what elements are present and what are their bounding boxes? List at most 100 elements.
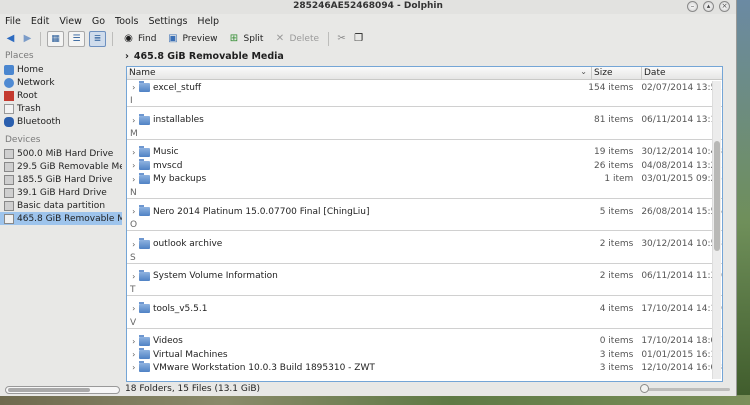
sidebar-item-device[interactable]: 185.5 GiB Hard Drive — [0, 173, 122, 186]
file-name: tools_v5.5.1 — [152, 303, 208, 314]
chevron-down-icon[interactable]: ⌄ — [580, 67, 587, 76]
forward-arrow-icon[interactable]: ▶ — [21, 32, 34, 45]
table-row[interactable]: › Videos 0 items 17/10/2014 18:07 — [127, 334, 722, 348]
file-date: 06/11/2014 13:12 — [641, 115, 722, 126]
menu-view[interactable]: View — [59, 16, 82, 27]
column-header-name[interactable]: Name ⌄ — [127, 67, 592, 79]
expand-arrow-icon[interactable]: › — [129, 240, 139, 249]
menu-settings[interactable]: Settings — [148, 16, 187, 27]
table-row[interactable]: › tools_v5.5.1 4 items 17/10/2014 14:19 — [127, 302, 722, 315]
table-row[interactable]: › mvscd 26 items 04/08/2014 13:22 — [127, 159, 722, 172]
expand-arrow-icon[interactable]: › — [129, 363, 139, 372]
copy-icon[interactable]: ❐ — [352, 32, 365, 45]
expand-arrow-icon[interactable]: › — [129, 148, 139, 157]
file-name: outlook archive — [152, 239, 223, 250]
cut-icon[interactable]: ✂ — [335, 32, 348, 45]
table-row[interactable]: › Music 19 items 30/12/2014 10:48 — [127, 145, 722, 159]
expand-arrow-icon[interactable]: › — [129, 207, 139, 216]
folder-icon — [138, 348, 150, 360]
expand-arrow-icon[interactable]: › — [129, 161, 139, 170]
delete-button[interactable]: ✕ Delete — [270, 30, 322, 47]
sidebar-item-bluetooth[interactable]: Bluetooth — [0, 115, 122, 128]
zoom-slider[interactable] — [640, 384, 730, 393]
back-arrow-icon[interactable]: ◀ — [4, 32, 17, 45]
sidebar-item-device[interactable]: Basic data partition — [0, 199, 122, 212]
chevron-right-icon: › — [125, 51, 129, 62]
sidebar-item-home[interactable]: Home — [0, 63, 122, 76]
file-date: 17/10/2014 14:19 — [641, 303, 722, 314]
file-size: 3 items — [599, 349, 634, 360]
expand-arrow-icon[interactable]: › — [129, 272, 139, 281]
folder-icon — [138, 237, 150, 249]
home-icon — [4, 64, 14, 75]
folder-icon — [138, 361, 150, 373]
column-header-size[interactable]: Size — [592, 67, 642, 79]
expand-arrow-icon[interactable]: › — [129, 83, 139, 92]
column-header-date[interactable]: Date — [642, 67, 722, 79]
desktop-background — [736, 0, 750, 405]
menu-go[interactable]: Go — [92, 16, 105, 27]
details-view-button[interactable]: ≣ — [89, 30, 106, 47]
expand-arrow-icon[interactable]: › — [129, 337, 139, 346]
file-date: 12/10/2014 16:08 — [641, 362, 722, 373]
file-list-view[interactable]: Name ⌄ Size Date › excel_stuff 154 items 02… — [126, 66, 723, 382]
table-row[interactable]: › VMware Workstation 10.0.3 Build 1895310… — [127, 361, 722, 374]
minimize-button[interactable]: – — [687, 1, 698, 12]
table-row[interactable]: › My backups 1 item 03/01/2015 09:25 — [127, 172, 722, 186]
file-name: System Volume Information — [152, 271, 278, 282]
file-size: 154 items — [588, 82, 634, 93]
find-button[interactable]: ◉ Find — [119, 30, 159, 47]
group-header: I — [127, 94, 722, 108]
table-row[interactable]: › installables 81 items 06/11/2014 13:12 — [127, 113, 722, 126]
sidebar-item-device-selected[interactable]: 465.8 GiB Removable Me — [0, 212, 122, 225]
folder-icon — [138, 113, 150, 125]
file-size: 3 items — [599, 362, 634, 373]
menu-tools[interactable]: Tools — [115, 16, 138, 27]
table-row[interactable]: › System Volume Information 2 items 06/11/2… — [127, 269, 722, 283]
icons-view-button[interactable]: ▦ — [47, 30, 64, 47]
expand-arrow-icon[interactable]: › — [129, 304, 139, 313]
compact-view-button[interactable]: ☰ — [68, 30, 85, 47]
table-row[interactable]: › Virtual Machines 3 items 01/01/2015 16:17 — [127, 348, 722, 361]
breadcrumb[interactable]: › 465.8 GiB Removable Media — [125, 50, 284, 63]
preview-button[interactable]: ▣ Preview — [163, 30, 220, 47]
toolbar: ◀ ▶ ▦ ☰ ≣ ◉ Find ▣ Preview ⊞ Split ✕ Del… — [0, 29, 736, 48]
menu-file[interactable]: File — [5, 16, 21, 27]
expand-arrow-icon[interactable]: › — [129, 350, 139, 359]
bluetooth-icon — [4, 116, 14, 127]
breadcrumb-location[interactable]: 465.8 GiB Removable Media — [134, 51, 284, 62]
menu-edit[interactable]: Edit — [31, 16, 49, 27]
root-folder-icon — [4, 90, 14, 101]
split-button[interactable]: ⊞ Split — [225, 30, 267, 47]
zoom-handle[interactable] — [640, 384, 649, 393]
file-date: 26/08/2014 15:56 — [641, 206, 722, 217]
file-name: mvscd — [152, 160, 183, 171]
group-header: N — [127, 186, 722, 199]
table-row[interactable]: › outlook archive 2 items 30/12/2014 10:53 — [127, 237, 722, 250]
sidebar-item-root[interactable]: Root — [0, 89, 122, 102]
close-button[interactable]: × — [719, 1, 730, 12]
folder-icon — [138, 302, 150, 314]
file-date: 03/01/2015 09:25 — [641, 174, 722, 185]
expand-arrow-icon[interactable]: › — [129, 175, 139, 184]
sidebar-item-device[interactable]: 39.1 GiB Hard Drive — [0, 186, 122, 199]
places-horizontal-scrollbar[interactable] — [5, 386, 120, 394]
sidebar-item-label: 500.0 MiB Hard Drive — [17, 148, 114, 159]
sidebar-item-network[interactable]: Network — [0, 76, 122, 89]
maximize-button[interactable]: ▴ — [703, 1, 714, 12]
menu-help[interactable]: Help — [197, 16, 219, 27]
zoom-track[interactable] — [646, 388, 730, 391]
sidebar-item-label: Trash — [17, 103, 41, 114]
file-name: My backups — [152, 174, 207, 185]
sidebar-item-trash[interactable]: Trash — [0, 102, 122, 115]
table-row[interactable]: › Nero 2014 Platinum 15.0.07700 Final [Ch… — [127, 205, 722, 218]
sidebar-item-device[interactable]: 500.0 MiB Hard Drive — [0, 147, 122, 160]
scrollbar-thumb[interactable] — [714, 141, 720, 251]
expand-arrow-icon[interactable]: › — [129, 116, 139, 125]
sidebar-item-device[interactable]: 29.5 GiB Removable Med — [0, 160, 122, 173]
hard-drive-icon — [4, 174, 14, 185]
trash-icon — [4, 103, 14, 114]
table-row[interactable]: › excel_stuff 154 items 02/07/2014 13:52 — [127, 81, 722, 94]
title-bar[interactable]: 285246AE52468094 - Dolphin – ▴ × — [0, 0, 736, 14]
vertical-scrollbar[interactable] — [712, 81, 721, 379]
